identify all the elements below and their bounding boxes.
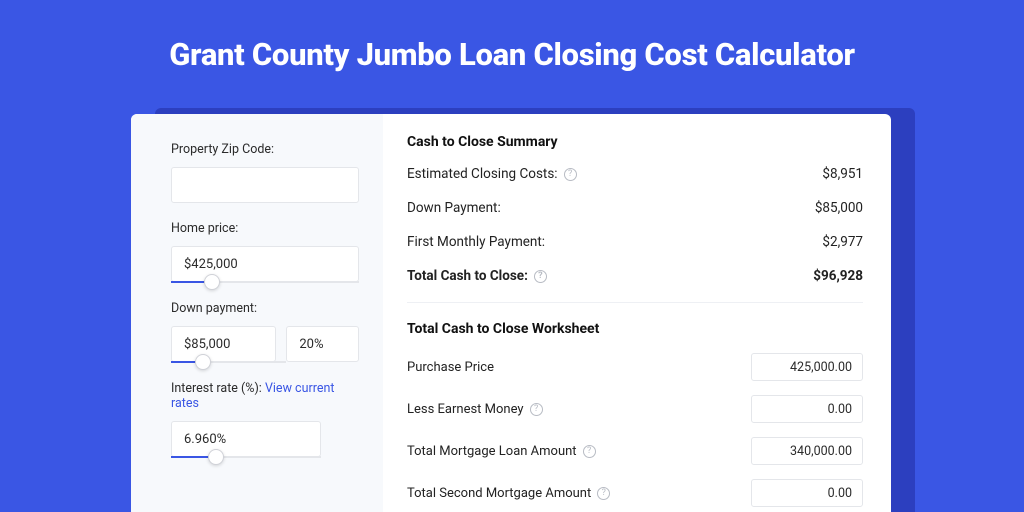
interest-slider-thumb[interactable] — [208, 449, 224, 465]
down-payment-label: Down payment: — [171, 301, 359, 316]
interest-field-group: Interest rate (%): View current rates — [171, 381, 359, 458]
help-icon[interactable]: ? — [534, 270, 547, 283]
worksheet-label-text: Purchase Price — [407, 360, 494, 375]
worksheet-row-purchase-price: Purchase Price — [407, 353, 863, 381]
down-payment-slider-thumb[interactable] — [195, 354, 211, 370]
results-pane: Cash to Close Summary Estimated Closing … — [383, 114, 891, 512]
interest-slider[interactable] — [171, 456, 321, 458]
worksheet-row-second-mortgage: Total Second Mortgage Amount ? — [407, 479, 863, 507]
summary-label-text: Down Payment: — [407, 200, 501, 216]
worksheet-value-input[interactable] — [751, 437, 863, 465]
worksheet-row-earnest-money: Less Earnest Money ? — [407, 395, 863, 423]
down-payment-field-group: Down payment: — [171, 301, 359, 363]
zip-input[interactable] — [171, 167, 359, 203]
worksheet-label-text: Total Mortgage Loan Amount — [407, 444, 577, 459]
zip-field-group: Property Zip Code: — [171, 142, 359, 203]
summary-label-text: Total Cash to Close: — [407, 268, 528, 284]
calculator-card: Property Zip Code: Home price: Down paym… — [131, 114, 891, 512]
zip-label: Property Zip Code: — [171, 142, 359, 157]
help-icon[interactable]: ? — [583, 445, 596, 458]
summary-value: $85,000 — [815, 200, 863, 216]
summary-row-first-monthly: First Monthly Payment: $2,977 — [407, 234, 863, 250]
summary-row-closing-costs: Estimated Closing Costs: ? $8,951 — [407, 166, 863, 182]
down-payment-pct-input[interactable] — [286, 326, 359, 362]
home-price-slider-thumb[interactable] — [204, 274, 220, 290]
inputs-pane: Property Zip Code: Home price: Down paym… — [131, 114, 383, 512]
interest-label-text: Interest rate (%): — [171, 381, 265, 396]
home-price-label: Home price: — [171, 221, 359, 236]
home-price-field-group: Home price: — [171, 221, 359, 283]
summary-value: $8,951 — [822, 166, 863, 182]
summary-value: $2,977 — [822, 234, 863, 250]
worksheet-label-text: Total Second Mortgage Amount — [407, 486, 591, 501]
help-icon[interactable]: ? — [597, 487, 610, 500]
worksheet-value-input[interactable] — [751, 353, 863, 381]
summary-label-text: Estimated Closing Costs: — [407, 166, 558, 182]
summary-row-down-payment: Down Payment: $85,000 — [407, 200, 863, 216]
help-icon[interactable]: ? — [530, 403, 543, 416]
worksheet-value-input[interactable] — [751, 479, 863, 507]
worksheet-value-input[interactable] — [751, 395, 863, 423]
summary-label-text: First Monthly Payment: — [407, 234, 545, 250]
interest-label: Interest rate (%): View current rates — [171, 381, 359, 411]
home-price-slider[interactable] — [171, 281, 359, 283]
worksheet-section: Total Cash to Close Worksheet Purchase P… — [407, 302, 863, 507]
help-icon[interactable]: ? — [564, 168, 577, 181]
worksheet-row-mortgage-amount: Total Mortgage Loan Amount ? — [407, 437, 863, 465]
summary-row-total-cash: Total Cash to Close: ? $96,928 — [407, 268, 863, 284]
summary-value: $96,928 — [813, 268, 863, 284]
interest-input[interactable] — [171, 421, 321, 457]
summary-heading: Cash to Close Summary — [407, 134, 863, 150]
worksheet-heading: Total Cash to Close Worksheet — [407, 321, 863, 337]
down-payment-input[interactable] — [171, 326, 276, 362]
home-price-input[interactable] — [171, 246, 359, 282]
down-payment-slider[interactable] — [171, 361, 286, 363]
worksheet-label-text: Less Earnest Money — [407, 402, 524, 417]
page-title: Grant County Jumbo Loan Closing Cost Cal… — [0, 0, 1024, 73]
